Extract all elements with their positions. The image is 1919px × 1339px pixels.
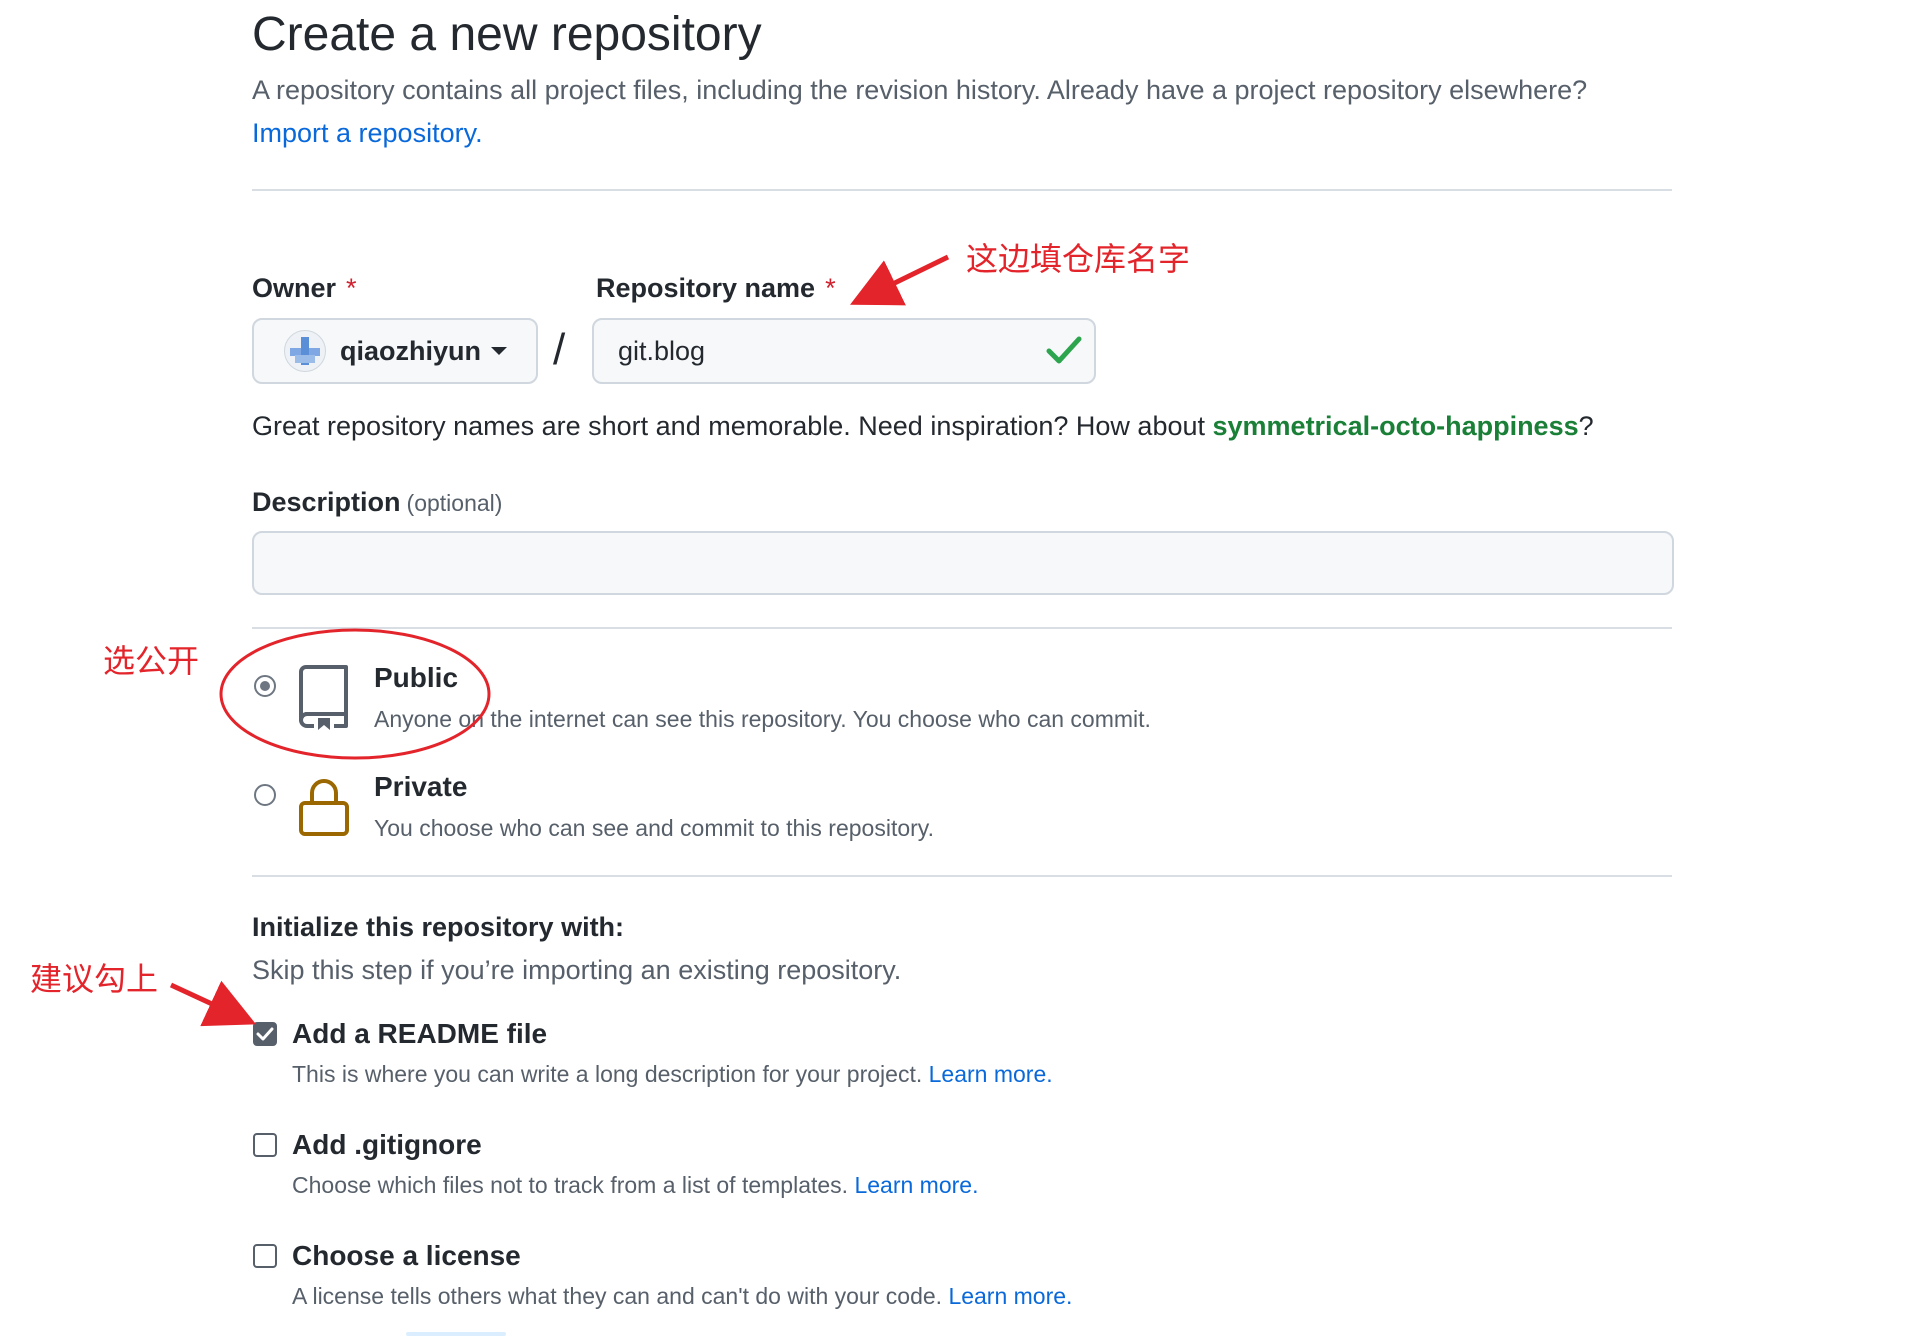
visibility-divider-bottom bbox=[252, 875, 1672, 877]
name-hint: Great repository names are short and mem… bbox=[252, 406, 1594, 446]
readme-checkbox[interactable] bbox=[253, 1022, 277, 1046]
public-description: Anyone on the internet can see this repo… bbox=[374, 706, 1151, 732]
public-title: Public bbox=[374, 662, 459, 693]
name-hint-end: ? bbox=[1578, 411, 1594, 441]
init-subtitle: Skip this step if you’re importing an ex… bbox=[252, 955, 902, 985]
owner-name: qiaozhiyun bbox=[340, 335, 481, 366]
private-description: You choose who can see and commit to thi… bbox=[374, 815, 934, 841]
readme-description: This is where you can write a long descr… bbox=[292, 1061, 1053, 1088]
init-title: Initialize this repository with: bbox=[252, 912, 625, 942]
license-description-text: A license tells others what they can and… bbox=[292, 1283, 943, 1309]
owner-label: Owner * bbox=[252, 270, 357, 306]
visibility-divider-top bbox=[252, 627, 1672, 629]
annotation-readme: 建议勾上 bbox=[30, 960, 159, 998]
annotation-repo-name: 这边填仓库名字 bbox=[966, 240, 1191, 278]
private-radio[interactable] bbox=[254, 784, 276, 806]
owner-dropdown[interactable]: qiaozhiyun bbox=[252, 318, 538, 384]
readme-description-text: This is where you can write a long descr… bbox=[292, 1061, 923, 1087]
license-checkbox[interactable] bbox=[253, 1244, 277, 1268]
annotation-public: 选公开 bbox=[103, 642, 200, 680]
import-repository-link[interactable]: Import a repository. bbox=[252, 113, 483, 153]
caret-down-icon bbox=[491, 347, 507, 355]
annotation-arrow-readme bbox=[169, 980, 257, 1027]
license-description: A license tells others what they can and… bbox=[292, 1283, 1072, 1310]
readme-title: Add a README file bbox=[292, 1018, 548, 1049]
repository-name-input[interactable] bbox=[592, 318, 1096, 384]
description-input[interactable] bbox=[252, 531, 1674, 595]
description-label: Description (optional) bbox=[252, 484, 502, 521]
repo-icon bbox=[299, 665, 348, 730]
gitignore-learn-more-link[interactable]: Learn more. bbox=[854, 1172, 978, 1198]
gitignore-description-text: Choose which files not to track from a l… bbox=[292, 1172, 849, 1198]
checkmark-icon bbox=[256, 1027, 274, 1041]
gitignore-checkbox[interactable] bbox=[253, 1133, 277, 1157]
identicon-avatar bbox=[284, 330, 326, 372]
create-button-edge[interactable] bbox=[406, 1332, 506, 1336]
lock-icon bbox=[299, 779, 349, 836]
repo-name-label: Repository name * bbox=[596, 270, 836, 306]
public-radio[interactable] bbox=[254, 675, 276, 697]
readme-learn-more-link[interactable]: Learn more. bbox=[929, 1061, 1053, 1087]
description-label-text: Description bbox=[252, 487, 401, 517]
header-divider bbox=[252, 189, 1672, 191]
annotation-arrow-repo-name bbox=[850, 254, 950, 306]
annotation-overlay bbox=[169, 254, 950, 1027]
name-suggestion-link[interactable]: symmetrical-octo-happiness bbox=[1213, 411, 1579, 441]
license-title: Choose a license bbox=[292, 1240, 521, 1271]
owner-repo-separator: / bbox=[553, 325, 566, 374]
page-intro: A repository contains all project files,… bbox=[252, 75, 1588, 105]
repo-name-required-mark: * bbox=[825, 273, 836, 303]
owner-label-text: Owner bbox=[252, 273, 337, 303]
gitignore-description: Choose which files not to track from a l… bbox=[292, 1172, 978, 1199]
name-hint-text: Great repository names are short and mem… bbox=[252, 411, 1213, 441]
owner-required-mark: * bbox=[346, 273, 357, 303]
repo-name-label-text: Repository name bbox=[596, 273, 816, 303]
private-title: Private bbox=[374, 771, 468, 802]
optional-tag: (optional) bbox=[406, 490, 503, 516]
page-title: Create a new repository bbox=[252, 8, 762, 61]
gitignore-title: Add .gitignore bbox=[292, 1129, 482, 1160]
license-learn-more-link[interactable]: Learn more. bbox=[948, 1283, 1072, 1309]
check-icon bbox=[1046, 336, 1082, 364]
